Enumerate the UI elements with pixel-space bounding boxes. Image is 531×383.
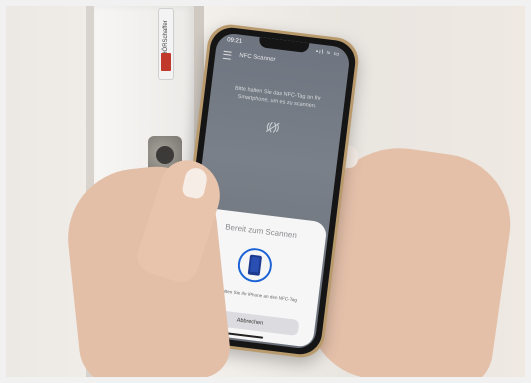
nfc-card-icon <box>237 248 272 283</box>
nfc-wave-icon <box>265 121 280 133</box>
door-sticker-logo <box>161 53 171 71</box>
scan-instruction: Bitte halten Sie das NFC-Tag an Ihr Smar… <box>234 85 322 110</box>
lock-cylinder <box>156 146 174 164</box>
home-indicator <box>227 332 264 339</box>
photo: HÖRSchaffer 09:21 •ıl ≈ ▭ NFC Scanner Bi… <box>0 0 531 383</box>
menu-icon[interactable] <box>222 50 232 60</box>
app-title: NFC Scanner <box>238 52 276 64</box>
status-time: 09:21 <box>226 37 243 45</box>
status-icons: •ıl ≈ ▭ <box>315 49 341 58</box>
door-sticker: HÖRSchaffer <box>158 8 174 80</box>
